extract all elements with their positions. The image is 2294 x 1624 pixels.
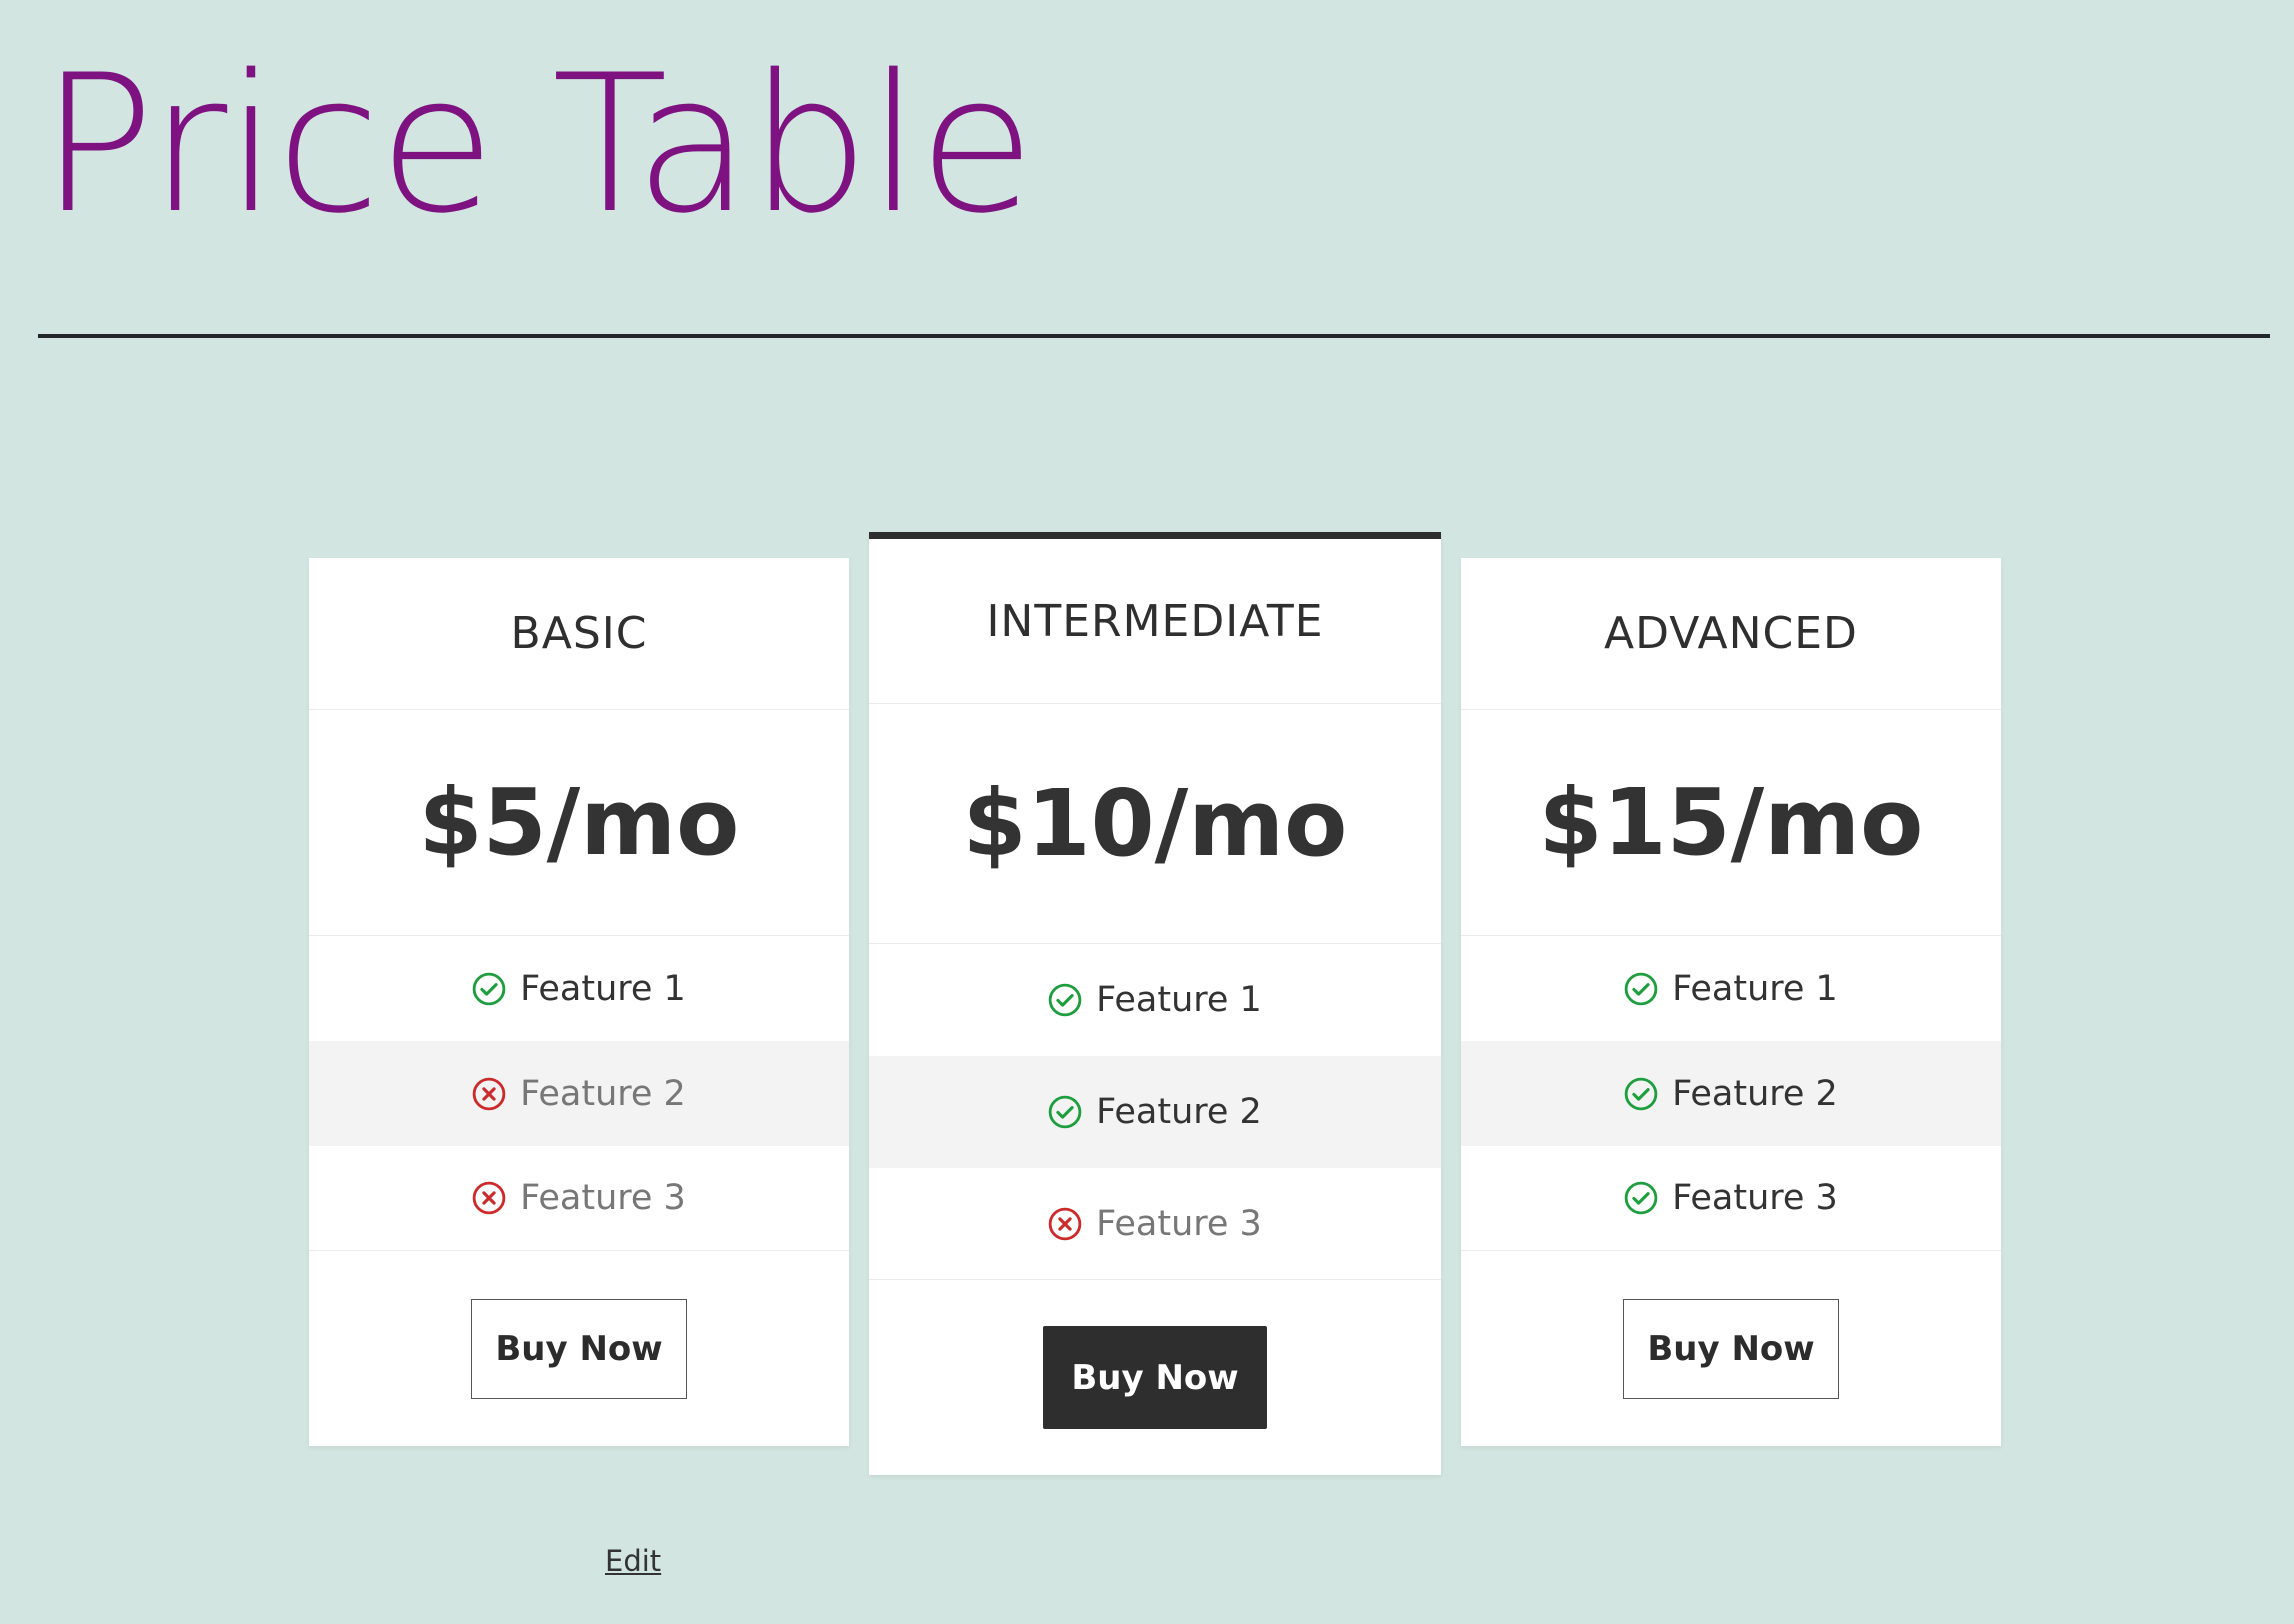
plan-name: BASIC [510,608,648,659]
feature-label: Feature 2 [1096,1092,1262,1132]
feature-label: Feature 3 [1672,1178,1838,1218]
plan-card-intermediate: INTERMEDIATE $10/mo Feature 1 Feature 2 … [869,532,1441,1475]
feature-row: Feature 1 [1461,936,2001,1041]
feature-item: Feature 3 [472,1178,686,1218]
x-circle-icon [472,1181,506,1215]
feature-label: Feature 2 [1672,1073,1838,1114]
plan-price-section: $10/mo [869,704,1441,944]
plan-header: BASIC [309,558,849,710]
feature-label: Feature 3 [520,1178,686,1218]
check-circle-icon [1048,983,1082,1017]
feature-row: Feature 3 [1461,1146,2001,1251]
check-circle-icon [1624,1181,1658,1215]
plan-card-advanced: ADVANCED $15/mo Feature 1 Feature 2 Feat… [1461,558,2001,1446]
check-circle-icon [1624,972,1658,1005]
feature-row: Feature 2 [1461,1041,2001,1146]
plan-name: ADVANCED [1604,608,1858,659]
feature-label: Feature 1 [520,968,686,1009]
plan-footer: Buy Now [1461,1251,2001,1446]
check-circle-icon [1624,1077,1658,1110]
feature-row: Feature 3 [309,1146,849,1251]
x-circle-icon [472,1077,506,1110]
feature-item: Feature 2 [1624,1074,1838,1114]
plan-header: ADVANCED [1461,558,2001,710]
feature-row: Feature 1 [869,944,1441,1056]
feature-item: Feature 2 [472,1074,686,1114]
plan-footer: Buy Now [309,1251,849,1446]
feature-item: Feature 1 [1048,980,1262,1020]
feature-label: Feature 1 [1096,980,1262,1020]
feature-item: Feature 1 [472,969,686,1009]
feature-label: Feature 2 [520,1073,686,1114]
plan-footer: Buy Now [869,1280,1441,1475]
feature-item: Feature 2 [1048,1092,1262,1132]
page-title: Price Table [40,34,1035,255]
feature-row: Feature 1 [309,936,849,1041]
plan-price: $5/mo [418,769,740,876]
plan-price-section: $15/mo [1461,710,2001,936]
feature-label: Feature 1 [1672,968,1838,1009]
title-divider [38,334,2270,338]
buy-now-button-basic[interactable]: Buy Now [471,1298,687,1399]
buy-now-button-intermediate[interactable]: Buy Now [1043,1326,1267,1429]
plan-price-section: $5/mo [309,710,849,936]
plan-card-basic: BASIC $5/mo Feature 1 Feature 2 Feature … [309,558,849,1446]
plan-name: INTERMEDIATE [986,595,1324,647]
x-circle-icon [1048,1207,1082,1240]
plan-header: INTERMEDIATE [869,539,1441,704]
feature-item: Feature 1 [1624,969,1838,1009]
feature-item: Feature 3 [1624,1178,1838,1218]
buy-now-button-advanced[interactable]: Buy Now [1623,1298,1839,1399]
check-circle-icon [1048,1095,1082,1129]
plan-price: $10/mo [962,770,1348,877]
feature-row: Feature 3 [869,1168,1441,1280]
feature-label: Feature 3 [1096,1203,1262,1244]
plan-price: $15/mo [1538,769,1924,876]
edit-link[interactable]: Edit [605,1544,661,1578]
feature-row: Feature 2 [869,1056,1441,1168]
feature-item: Feature 3 [1048,1204,1262,1244]
check-circle-icon [472,972,506,1005]
feature-row: Feature 2 [309,1041,849,1146]
